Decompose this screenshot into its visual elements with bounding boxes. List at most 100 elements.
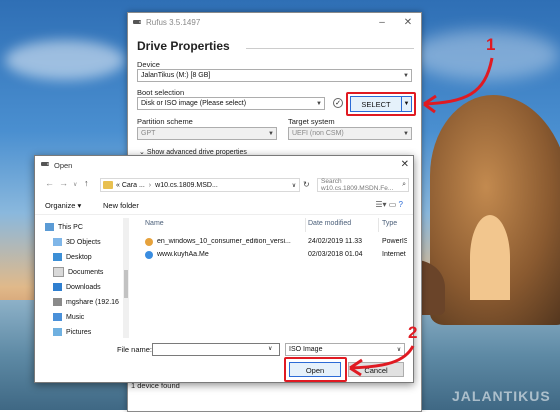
nav-item-label: Downloads — [66, 283, 101, 291]
column-header-name[interactable]: Name — [145, 220, 164, 227]
file-name: en_windows_10_consumer_edition_versi... — [157, 238, 291, 245]
column-divider[interactable] — [378, 218, 379, 232]
open-file-dialog: Open ✕ ← → ∨ ↑ « Cara ... › w10.cs.1809.… — [34, 155, 414, 383]
step-number-1: 1 — [486, 35, 496, 54]
file-date: 24/02/2019 11.33 — [308, 238, 362, 245]
nav-item-label: Documents — [68, 268, 104, 276]
chevron-down-icon: ▼ — [403, 130, 409, 137]
target-system-label: Target system — [288, 117, 335, 126]
navigation-pane: This PC 3D Objects Desktop Documents Dow… — [45, 218, 127, 338]
chevron-down-icon: ∨ — [396, 347, 402, 353]
chevron-down-icon: ▼ — [316, 100, 322, 107]
device-value: JalanTikus (M:) [8 GB] — [141, 72, 211, 79]
breadcrumb-parent[interactable]: « Cara ... — [116, 182, 145, 189]
boot-selection-select[interactable]: Disk or ISO image (Please select) ▼ — [137, 97, 325, 110]
documents-icon — [53, 267, 64, 277]
chevron-down-icon[interactable]: ∨ — [268, 345, 272, 352]
internet-shortcut-icon — [145, 251, 153, 259]
drive-properties-heading: Drive Properties — [137, 39, 230, 53]
file-name-input[interactable] — [152, 343, 280, 356]
rufus-app-icon — [40, 159, 50, 171]
boot-selection-value: Disk or ISO image (Please select) — [141, 100, 247, 107]
organize-button[interactable]: Organize ▾ — [45, 201, 81, 210]
downloads-icon — [53, 283, 62, 291]
nav-item-label: 3D Objects — [66, 238, 101, 246]
chevron-down-icon: ▼ — [268, 130, 274, 137]
file-name: www.kuyhAa.Me — [157, 251, 209, 258]
iso-file-icon — [145, 238, 153, 246]
view-options: ☰▾ ▭ ? — [375, 200, 403, 209]
cloud — [410, 30, 560, 80]
select-highlight-box — [346, 92, 416, 116]
check-icon[interactable]: ✓ — [333, 98, 343, 108]
file-date: 02/03/2018 01.04 — [308, 251, 363, 258]
partition-scheme-value: GPT — [141, 130, 156, 137]
pictures-icon — [53, 328, 62, 336]
rufus-app-icon — [132, 17, 142, 27]
new-folder-button[interactable]: New folder — [103, 201, 139, 210]
breadcrumb-separator-icon: › — [148, 181, 152, 189]
column-header-date[interactable]: Date modified — [308, 220, 351, 227]
file-name-label: File name: — [117, 345, 153, 354]
partition-scheme-label: Partition scheme — [137, 117, 193, 126]
recent-locations-icon[interactable]: ∨ — [73, 181, 77, 188]
column-header-type[interactable]: Type — [382, 220, 397, 227]
step-number-2: 2 — [408, 323, 418, 342]
refresh-icon[interactable]: ↻ — [303, 180, 310, 189]
partition-scheme-select[interactable]: GPT ▼ — [137, 127, 277, 140]
target-system-value: UEFI (non CSM) — [292, 130, 344, 137]
chevron-down-icon[interactable]: ∨ — [289, 182, 299, 189]
folder-icon — [103, 181, 113, 189]
device-select[interactable]: JalanTikus (M:) [8 GB] ▼ — [137, 69, 412, 82]
minimize-icon[interactable]: – — [369, 17, 395, 28]
rufus-titlebar: Rufus 3.5.1497 – ✕ — [128, 13, 421, 31]
up-arrow-icon[interactable]: ↑ — [84, 178, 89, 188]
divider — [246, 48, 414, 49]
close-icon[interactable]: ✕ — [401, 159, 409, 170]
target-system-select[interactable]: UEFI (non CSM) ▼ — [288, 127, 412, 140]
nav-item-label: Desktop — [66, 253, 92, 261]
file-type: Internet S — [382, 251, 407, 258]
nav-item-this-pc[interactable]: This PC — [45, 220, 127, 234]
close-icon[interactable]: ✕ — [395, 17, 421, 28]
scrollbar-thumb[interactable] — [124, 270, 128, 298]
open-highlight-box — [284, 357, 347, 382]
rock-arch — [470, 215, 510, 300]
rufus-title: Rufus 3.5.1497 — [146, 17, 201, 27]
breadcrumb-current[interactable]: w10.cs.1809.MSD... — [155, 182, 218, 189]
file-row[interactable]: en_windows_10_consumer_edition_versi... … — [135, 236, 407, 249]
organize-label: Organize — [45, 201, 76, 210]
open-dialog-title: Open — [54, 160, 73, 170]
file-type-select[interactable]: ISO Image ∨ — [285, 343, 405, 356]
3d-objects-icon — [53, 238, 62, 246]
back-arrow-icon[interactable]: ← — [45, 178, 54, 188]
network-drive-icon — [53, 298, 62, 306]
column-divider[interactable] — [305, 218, 306, 232]
watermark-logo: JALANTIKUS — [452, 388, 551, 404]
search-input[interactable]: Search w10.cs.1809.MSDN.Fe... ⌕ — [317, 178, 409, 192]
navigation-row: ← → ∨ ↑ « Cara ... › w10.cs.1809.MSD... … — [35, 176, 413, 194]
view-mode-icon[interactable]: ☰▾ — [375, 200, 386, 209]
open-dialog-titlebar: Open — [35, 156, 413, 174]
preview-pane-icon[interactable]: ▭ — [389, 200, 397, 209]
address-bar[interactable]: « Cara ... › w10.cs.1809.MSD... ∨ — [100, 178, 300, 192]
nav-item-label: mgshare (192.16 — [66, 298, 119, 306]
cloud — [5, 40, 125, 80]
computer-icon — [45, 223, 54, 231]
file-row[interactable]: www.kuyhAa.Me 02/03/2018 01.04 Internet … — [135, 249, 407, 262]
boot-selection-label: Boot selection — [137, 88, 185, 97]
search-icon: ⌕ — [402, 181, 406, 188]
file-type-value: ISO Image — [289, 346, 323, 353]
device-label: Device — [137, 60, 160, 69]
desktop-icon — [53, 253, 62, 261]
forward-arrow-icon[interactable]: → — [59, 178, 68, 188]
dialog-toolbar: Organize ▾ New folder ☰▾ ▭ ? — [35, 198, 413, 215]
chevron-down-icon: ▼ — [403, 72, 409, 79]
music-icon — [53, 313, 62, 321]
nav-item-label: Music — [66, 313, 85, 321]
search-placeholder: Search w10.cs.1809.MSDN.Fe... — [321, 178, 394, 192]
cancel-button[interactable]: Cancel — [348, 362, 404, 377]
help-icon[interactable]: ? — [399, 200, 403, 209]
file-type: PowerISO — [382, 238, 407, 245]
navigation-scrollbar[interactable] — [123, 218, 129, 338]
